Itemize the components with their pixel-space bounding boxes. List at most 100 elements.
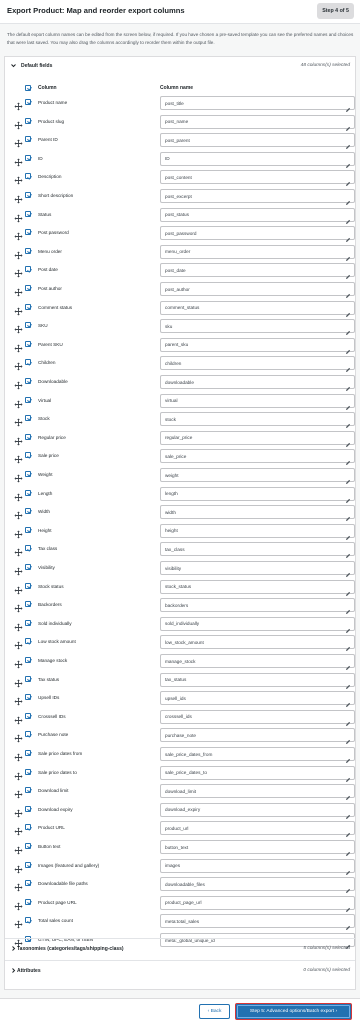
edit-icon[interactable]	[345, 881, 351, 894]
row-checkbox[interactable]	[25, 136, 31, 143]
column-name-input[interactable]	[165, 916, 340, 927]
row-checkbox[interactable]	[25, 471, 31, 477]
drag-handle-icon[interactable]	[14, 712, 23, 725]
edit-icon[interactable]	[345, 658, 351, 670]
row-checkbox[interactable]	[25, 452, 31, 459]
edit-icon[interactable]	[345, 323, 351, 336]
drag-handle-icon[interactable]	[14, 507, 23, 520]
row-checkbox[interactable]	[25, 508, 31, 515]
drag-handle-icon[interactable]	[14, 470, 23, 483]
column-name-input[interactable]	[165, 711, 340, 722]
column-name-field[interactable]	[160, 542, 355, 559]
column-name-field[interactable]	[160, 356, 355, 373]
drag-handle-icon[interactable]	[14, 619, 23, 632]
drag-handle-icon[interactable]	[14, 135, 23, 148]
drag-handle-icon[interactable]	[14, 340, 23, 353]
column-name-field[interactable]	[160, 747, 355, 763]
row-checkbox[interactable]	[25, 601, 31, 608]
row-checkbox[interactable]	[25, 285, 31, 291]
row-checkbox[interactable]	[25, 247, 31, 254]
column-name-field[interactable]	[160, 598, 355, 615]
drag-handle-icon[interactable]	[14, 191, 23, 204]
edit-icon[interactable]	[345, 825, 351, 838]
column-name-input[interactable]	[165, 488, 340, 499]
edit-icon[interactable]	[345, 156, 351, 168]
edit-icon[interactable]	[345, 472, 351, 484]
edit-icon[interactable]	[345, 751, 351, 763]
drag-handle-icon[interactable]	[14, 265, 23, 278]
drag-handle-icon[interactable]	[14, 489, 23, 502]
edit-icon[interactable]	[345, 509, 351, 522]
column-name-input[interactable]	[165, 600, 340, 611]
column-name-input[interactable]	[165, 135, 340, 146]
drag-handle-icon[interactable]	[14, 358, 23, 371]
edit-icon[interactable]	[345, 602, 351, 615]
column-name-input[interactable]	[165, 470, 340, 480]
edit-icon[interactable]	[345, 639, 351, 652]
drag-handle-icon[interactable]	[14, 786, 23, 799]
column-name-input[interactable]	[165, 451, 340, 462]
column-name-input[interactable]	[165, 228, 340, 239]
column-name-field[interactable]	[160, 300, 355, 317]
drag-handle-icon[interactable]	[14, 247, 23, 260]
column-name-field[interactable]	[160, 486, 355, 503]
column-name-field[interactable]	[160, 282, 355, 298]
next-step-button[interactable]: Step 5: Advanced options/Batch export ›	[235, 1003, 352, 1020]
row-checkbox[interactable]	[25, 861, 31, 868]
column-name-field[interactable]	[160, 226, 355, 243]
column-name-field[interactable]	[160, 207, 355, 224]
row-checkbox[interactable]	[25, 173, 31, 180]
edit-icon[interactable]	[345, 732, 351, 745]
drag-handle-icon[interactable]	[14, 675, 23, 688]
column-name-field[interactable]	[160, 802, 355, 819]
drag-handle-icon[interactable]	[14, 582, 23, 595]
row-checkbox[interactable]	[25, 564, 31, 570]
row-checkbox[interactable]	[25, 675, 31, 682]
drag-handle-icon[interactable]	[14, 117, 23, 130]
edit-icon[interactable]	[345, 546, 351, 559]
edit-icon[interactable]	[345, 212, 351, 224]
column-name-field[interactable]	[160, 728, 355, 745]
row-checkbox[interactable]	[25, 415, 31, 422]
column-name-field[interactable]	[160, 430, 355, 447]
drag-handle-icon[interactable]	[14, 600, 23, 613]
row-checkbox[interactable]	[25, 303, 31, 310]
drag-handle-icon[interactable]	[14, 805, 23, 818]
column-name-input[interactable]	[165, 674, 340, 685]
row-checkbox[interactable]	[25, 378, 31, 384]
row-checkbox[interactable]	[25, 322, 31, 329]
edit-icon[interactable]	[345, 584, 351, 596]
row-checkbox[interactable]	[25, 898, 31, 905]
edit-icon[interactable]	[345, 435, 351, 447]
column-name-input[interactable]	[165, 730, 340, 741]
edit-icon[interactable]	[345, 230, 351, 243]
column-name-field[interactable]	[160, 375, 355, 391]
row-checkbox[interactable]	[25, 880, 31, 887]
row-checkbox[interactable]	[25, 694, 31, 701]
column-name-input[interactable]	[165, 767, 340, 778]
row-checkbox[interactable]	[25, 340, 31, 347]
column-name-field[interactable]	[160, 840, 355, 856]
row-checkbox[interactable]	[25, 712, 31, 719]
column-name-field[interactable]	[160, 914, 355, 931]
edit-icon[interactable]	[345, 491, 351, 503]
row-checkbox[interactable]	[25, 731, 31, 738]
drag-handle-icon[interactable]	[14, 842, 23, 855]
edit-icon[interactable]	[345, 565, 351, 577]
row-checkbox[interactable]	[25, 657, 31, 663]
column-name-field[interactable]	[160, 635, 355, 652]
column-name-input[interactable]	[165, 507, 340, 518]
column-name-field[interactable]	[160, 468, 355, 484]
edit-icon[interactable]	[345, 918, 351, 931]
edit-icon[interactable]	[345, 379, 351, 391]
column-name-input[interactable]	[165, 153, 340, 164]
edit-icon[interactable]	[345, 844, 351, 856]
column-name-input[interactable]	[165, 116, 340, 127]
edit-icon[interactable]	[345, 528, 351, 540]
column-name-field[interactable]	[160, 654, 355, 670]
edit-icon[interactable]	[345, 249, 351, 261]
edit-icon[interactable]	[345, 714, 351, 726]
column-name-field[interactable]	[160, 449, 355, 466]
row-checkbox[interactable]	[25, 433, 31, 440]
edit-icon[interactable]	[345, 695, 351, 708]
